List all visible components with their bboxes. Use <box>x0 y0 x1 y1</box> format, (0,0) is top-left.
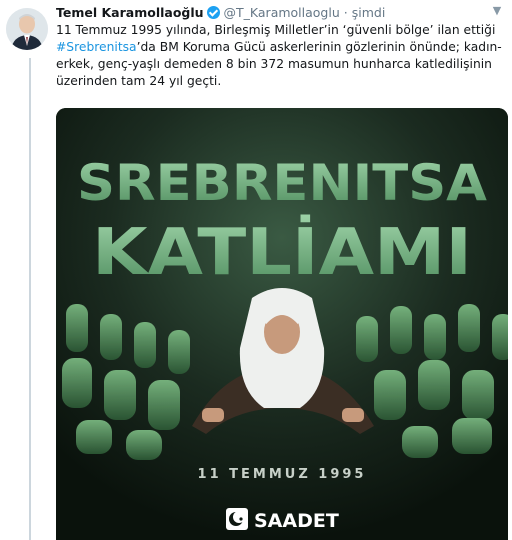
tweet-text-before: 11 Temmuz 1995 yılında, Birleşmiş Millet… <box>56 23 496 37</box>
hashtag-link[interactable]: #Srebrenitsa <box>56 40 137 54</box>
thread-line <box>29 58 31 540</box>
separator-dot: · <box>343 5 348 20</box>
verified-badge-icon <box>206 6 220 19</box>
tweet-media-image[interactable]: SREBRENITSA KATLİAMI 11 TEMMUZ 1995 SAAD… <box>56 108 508 540</box>
tweet-options-button[interactable]: ▼ <box>490 4 504 18</box>
tweet-text: 11 Temmuz 1995 yılında, Birleşmiş Millet… <box>56 22 508 90</box>
poster-title-line2: KATLİAMI <box>92 214 472 290</box>
tweet-header: Temel Karamollaoğlu @T_Karamollaoglu · ş… <box>56 4 385 22</box>
poster-title-line1: SREBRENITSA <box>77 154 487 212</box>
chevron-down-icon: ▼ <box>492 4 502 17</box>
avatar-image <box>6 8 48 50</box>
saadet-logo: SAADET <box>226 508 339 532</box>
poster-brand: SAADET <box>254 510 339 532</box>
tweet-timestamp[interactable]: şimdi <box>352 5 386 20</box>
poster-graphic: SREBRENITSA KATLİAMI 11 TEMMUZ 1995 SAAD… <box>56 108 508 540</box>
author-name[interactable]: Temel Karamollaoğlu <box>56 5 204 20</box>
avatar[interactable] <box>6 8 48 50</box>
poster-date: 11 TEMMUZ 1995 <box>198 467 367 482</box>
author-handle[interactable]: @T_Karamollaoglu <box>224 5 340 20</box>
